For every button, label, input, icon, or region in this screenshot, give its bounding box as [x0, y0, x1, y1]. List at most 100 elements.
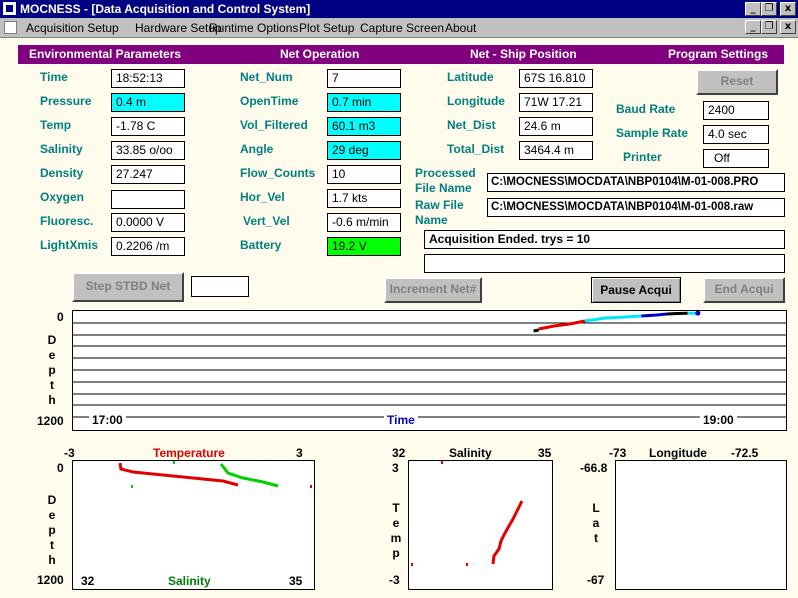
temp-plot-ylabel: Depth [47, 493, 57, 567]
ts-curve [491, 500, 524, 565]
net-num-label: Net_Num [240, 70, 293, 84]
raw-file-label-2: Name [415, 213, 448, 227]
menu-bar: Acquisition Setup Hardware Setup Runtime… [0, 18, 798, 38]
temp-salinity-depth-plot: 32 Salinity 35 [72, 460, 315, 590]
time-plot-ylabel: Depth [47, 333, 57, 407]
net-num-field: 7 [327, 69, 401, 88]
status-message: Acquisition Ended. trys = 10 [424, 230, 785, 249]
pause-acqui-button[interactable]: Pause Acqui [591, 277, 681, 303]
ts-plot-y-bottom: -3 [389, 573, 400, 587]
end-acqui-button[interactable]: End Acqui [703, 277, 785, 303]
vert-vel-field: -0.6 m/min [327, 213, 401, 232]
total-dist-field: 3464.4 m [519, 141, 593, 160]
salinity-point [173, 461, 175, 464]
temp-plot-y-bottom: 1200 [37, 573, 64, 587]
lightxmis-label: LightXmis [40, 238, 99, 252]
longitude-label: Longitude [447, 94, 505, 108]
increment-net-button[interactable]: Increment Net# [384, 277, 482, 303]
ts-plot-x-min: 32 [392, 446, 406, 460]
baud-rate-field[interactable]: 2400 [703, 101, 769, 120]
density-label: Density [40, 166, 84, 180]
temp-label: Temp [40, 118, 72, 132]
time-depth-plot: 17:00 Time 19:00 [72, 310, 787, 431]
depth-trace-cyan [584, 314, 642, 323]
time-plot-y-bottom: 1200 [37, 414, 64, 428]
temp-salinity-plot [408, 460, 553, 590]
angle-field: 29 deg [327, 141, 401, 160]
map-plot-y-top: -66.8 [580, 461, 608, 475]
depth-trace-red [538, 319, 586, 331]
latitude-field: 67S 16.810 [519, 69, 593, 88]
raw-file-field: C:\MOCNESS\MOCDATA\NBP0104\M-01-008.raw [487, 198, 785, 217]
raw-file-label-1: Raw File [415, 198, 464, 212]
temp-plot-s-label: Salinity [168, 574, 211, 588]
menu-capture-screen[interactable]: Capture Screen [360, 21, 444, 35]
net-dist-field: 24.6 m [519, 117, 593, 136]
minimize-button[interactable]: _ [745, 2, 761, 16]
total-dist-label: Total_Dist [447, 142, 505, 156]
fluoresc-label: Fluoresc. [40, 214, 94, 228]
ts-plot-ylabel: Temp [390, 501, 402, 560]
child-minimize-button[interactable]: _ [745, 20, 761, 34]
lat-lon-map-plot [615, 460, 787, 590]
opentime-label: OpenTime [240, 94, 299, 108]
close-button[interactable]: x [780, 2, 796, 16]
ts-plot-xlabel: Salinity [449, 446, 492, 460]
time-plot-x-right: 19:00 [700, 413, 737, 427]
position-header: Net - Ship Position [470, 47, 577, 61]
hor-vel-label: Hor_Vel [240, 190, 285, 204]
vol-filtered-label: Vol_Filtered [240, 118, 308, 132]
net-op-header: Net Operation [280, 47, 360, 61]
settings-header: Program Settings [668, 47, 769, 61]
net-dist-label: Net_Dist [447, 118, 496, 132]
window-title: MOCNESS - [Data Acquisition and Control … [20, 2, 311, 16]
step-input[interactable] [191, 276, 249, 297]
sample-rate-label: Sample Rate [616, 126, 689, 140]
hor-vel-field: 1.7 kts [327, 189, 401, 208]
map-plot-x-min: -73 [609, 446, 627, 460]
map-plot-x-max: -72.5 [731, 446, 759, 460]
menu-runtime-options[interactable]: Runtime Options [209, 21, 298, 35]
ts-point [411, 563, 413, 566]
reset-button[interactable]: Reset [696, 69, 778, 95]
sample-rate-field[interactable]: 4.0 sec [703, 125, 769, 144]
ts-point [441, 461, 443, 464]
menu-plot-setup[interactable]: Plot Setup [299, 21, 354, 35]
document-icon[interactable] [4, 21, 17, 34]
baud-rate-label: Baud Rate [616, 102, 676, 116]
child-restore-button[interactable]: ❐ [761, 20, 777, 34]
printer-field[interactable]: Off [703, 149, 769, 168]
temperature-profile [118, 462, 239, 487]
latitude-label: Latitude [447, 70, 494, 84]
step-stbd-net-button[interactable]: Step STBD Net [72, 272, 184, 302]
env-header: Environmental Parameters [29, 47, 182, 61]
temp-plot-t-min: -3 [64, 446, 75, 460]
app-icon[interactable] [3, 2, 16, 15]
printer-label: Printer [623, 150, 662, 164]
temp-salinity-canvas [118, 461, 312, 488]
processed-file-label-1: Processed [415, 166, 476, 180]
time-plot-xlabel: Time [384, 413, 418, 427]
processed-file-field: C:\MOCNESS\MOCDATA\NBP0104\M-01-008.PRO [487, 173, 785, 192]
temp-plot-t-max: 3 [296, 446, 303, 460]
section-header-band: Environmental Parameters Net Operation N… [18, 45, 784, 64]
temperature-point [310, 485, 312, 488]
flow-counts-field: 10 [327, 165, 401, 184]
longitude-field: 71W 17.21 [519, 93, 593, 112]
ts-plot-y-top: 3 [392, 461, 399, 475]
oxygen-label: Oxygen [40, 190, 85, 204]
menu-acquisition-setup[interactable]: Acquisition Setup [26, 21, 119, 35]
child-close-button[interactable]: x [780, 20, 796, 34]
menu-about[interactable]: About [445, 21, 476, 35]
map-plot-ylabel: Lat [592, 501, 600, 545]
title-bar: MOCNESS - [Data Acquisition and Control … [0, 0, 798, 18]
time-field: 18:52:13 [111, 69, 185, 88]
temp-plot-s-min: 32 [81, 574, 95, 588]
vol-filtered-field: 60.1 m3 [327, 117, 401, 136]
battery-field: 19.2 V [327, 237, 401, 256]
salinity-field: 33.85 o/oo [111, 141, 185, 160]
ts-point [466, 563, 468, 566]
depth-trace-black [667, 311, 688, 316]
restore-button[interactable]: ❐ [761, 2, 777, 16]
processed-file-label-2: File Name [415, 181, 472, 195]
